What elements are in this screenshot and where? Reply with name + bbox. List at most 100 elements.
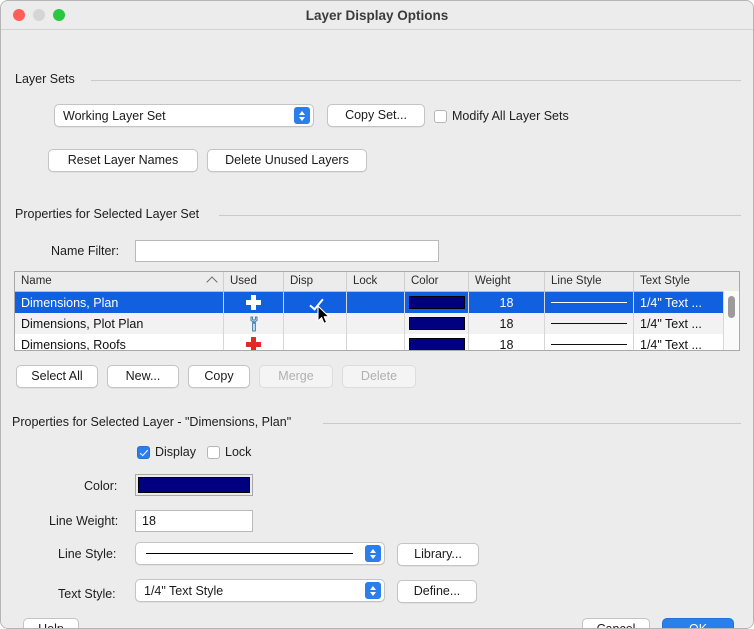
color-label: Color:	[84, 479, 118, 493]
line-weight-label: Line Weight:	[49, 514, 119, 528]
merge-button[interactable]: Merge	[259, 365, 333, 388]
solid-line-icon	[551, 323, 627, 324]
table-row[interactable]: Dimensions, Plan 18 1/4" Text ...	[15, 292, 739, 313]
cell-text-style: 1/4" Text ...	[640, 337, 702, 351]
cell-weight: 18	[469, 313, 545, 334]
chevron-updown-icon	[365, 545, 381, 562]
column-header-name[interactable]: Name	[15, 272, 224, 291]
cell-name: Dimensions, Plan	[15, 292, 224, 313]
column-header-lock[interactable]: Lock	[347, 272, 405, 291]
table-vertical-scrollbar[interactable]	[723, 291, 739, 350]
color-swatch	[408, 296, 465, 309]
new-button[interactable]: New...	[107, 365, 179, 388]
display-checkbox-label: Display	[155, 445, 196, 459]
selected-layer-group-rule	[323, 423, 741, 424]
column-header-name-label: Name	[21, 275, 52, 287]
cell-used[interactable]	[224, 313, 284, 334]
cell-used[interactable]	[224, 292, 284, 313]
cell-weight: 18	[469, 334, 545, 350]
cell-color[interactable]	[405, 313, 469, 334]
solid-line-icon	[551, 344, 627, 345]
delete-button[interactable]: Delete	[342, 365, 416, 388]
modify-all-checkbox-box	[434, 109, 447, 123]
library-button[interactable]: Library...	[397, 543, 479, 566]
cell-color[interactable]	[405, 334, 469, 350]
layer-display-options-window: Layer Display Options Layer Sets Working…	[0, 0, 754, 629]
color-swatch	[408, 317, 465, 330]
cell-weight: 18	[469, 292, 545, 313]
solid-line-icon	[146, 553, 353, 554]
traffic-lights	[13, 9, 65, 21]
cell-line-style[interactable]	[545, 292, 634, 313]
define-button[interactable]: Define...	[397, 580, 477, 603]
selected-layer-set-group-label: Properties for Selected Layer Set	[15, 207, 208, 221]
cell-disp[interactable]	[284, 313, 347, 334]
cell-text-style: 1/4" Text ...	[640, 316, 702, 331]
select-all-button[interactable]: Select All	[16, 365, 98, 388]
minimize-window-button[interactable]	[33, 9, 45, 21]
name-filter-input[interactable]	[135, 240, 439, 262]
text-style-popup[interactable]: 1/4" Text Style	[135, 579, 385, 602]
reset-layer-names-button[interactable]: Reset Layer Names	[48, 149, 198, 172]
cell-name: Dimensions, Plot Plan	[15, 313, 224, 334]
layer-set-popup-value: Working Layer Set	[63, 108, 166, 123]
column-header-disp[interactable]: Disp	[284, 272, 347, 291]
layer-sets-group-label: Layer Sets	[15, 72, 83, 86]
plus-red-icon	[246, 337, 261, 350]
name-filter-label: Name Filter:	[51, 244, 120, 258]
cell-line-style[interactable]	[545, 313, 634, 334]
column-header-line-style[interactable]: Line Style	[545, 272, 634, 291]
checkmark-icon	[309, 296, 322, 309]
line-style-popup[interactable]	[135, 542, 385, 565]
chevron-updown-icon	[365, 582, 381, 599]
wrench-icon	[250, 316, 257, 331]
delete-unused-layers-button[interactable]: Delete Unused Layers	[207, 149, 367, 172]
column-header-used[interactable]: Used	[224, 272, 284, 291]
table-row[interactable]: Dimensions, Roofs 18 1/4" Text ...	[15, 334, 739, 351]
table-row[interactable]: Dimensions, Plot Plan 18 1/4" Text ...	[15, 313, 739, 334]
cell-name: Dimensions, Roofs	[15, 334, 224, 350]
modify-all-checkbox-label: Modify All Layer Sets	[452, 109, 569, 123]
sort-ascending-icon	[206, 276, 218, 288]
cell-lock[interactable]	[347, 334, 405, 350]
lock-checkbox-box	[207, 445, 220, 459]
window-title: Layer Display Options	[305, 7, 449, 23]
column-header-text-style[interactable]: Text Style	[634, 272, 725, 291]
selected-layer-group-label: Properties for Selected Layer - "Dimensi…	[12, 415, 300, 429]
color-swatch-button[interactable]	[135, 474, 253, 496]
zoom-window-button[interactable]	[53, 9, 65, 21]
window-titlebar: Layer Display Options	[1, 1, 753, 30]
text-style-label: Text Style:	[58, 587, 116, 601]
column-header-color[interactable]: Color	[405, 272, 469, 291]
cell-disp[interactable]	[284, 292, 347, 313]
cell-disp[interactable]	[284, 334, 347, 350]
copy-button[interactable]: Copy	[188, 365, 250, 388]
table-scrollbar-thumb[interactable]	[728, 296, 735, 318]
cell-used[interactable]	[224, 334, 284, 350]
display-checkbox-box	[137, 445, 150, 459]
column-header-weight[interactable]: Weight	[469, 272, 545, 291]
layers-table-header: Name Used Disp Lock Color Weight Line St…	[15, 272, 739, 292]
cell-lock[interactable]	[347, 292, 405, 313]
solid-line-icon	[551, 302, 627, 303]
help-button[interactable]: Help	[23, 618, 79, 628]
cell-line-style[interactable]	[545, 334, 634, 350]
cancel-button[interactable]: Cancel	[582, 618, 650, 628]
line-style-label: Line Style:	[58, 547, 117, 561]
ok-button[interactable]: OK	[662, 618, 734, 628]
cell-text-style: 1/4" Text ...	[640, 295, 702, 310]
line-weight-input[interactable]: 18	[135, 510, 253, 532]
display-checkbox[interactable]: Display	[137, 445, 196, 459]
chevron-updown-icon	[294, 107, 310, 124]
copy-set-button[interactable]: Copy Set...	[327, 104, 425, 127]
cell-lock[interactable]	[347, 313, 405, 334]
lock-checkbox[interactable]: Lock	[207, 445, 251, 459]
selected-layer-set-group-rule	[219, 215, 741, 216]
close-window-button[interactable]	[13, 9, 25, 21]
color-swatch	[408, 338, 465, 350]
layer-set-popup[interactable]: Working Layer Set	[54, 104, 314, 127]
cell-color[interactable]	[405, 292, 469, 313]
layers-table[interactable]: Name Used Disp Lock Color Weight Line St…	[14, 271, 740, 351]
modify-all-layer-sets-checkbox[interactable]: Modify All Layer Sets	[434, 109, 569, 123]
color-swatch-fill	[138, 477, 250, 493]
